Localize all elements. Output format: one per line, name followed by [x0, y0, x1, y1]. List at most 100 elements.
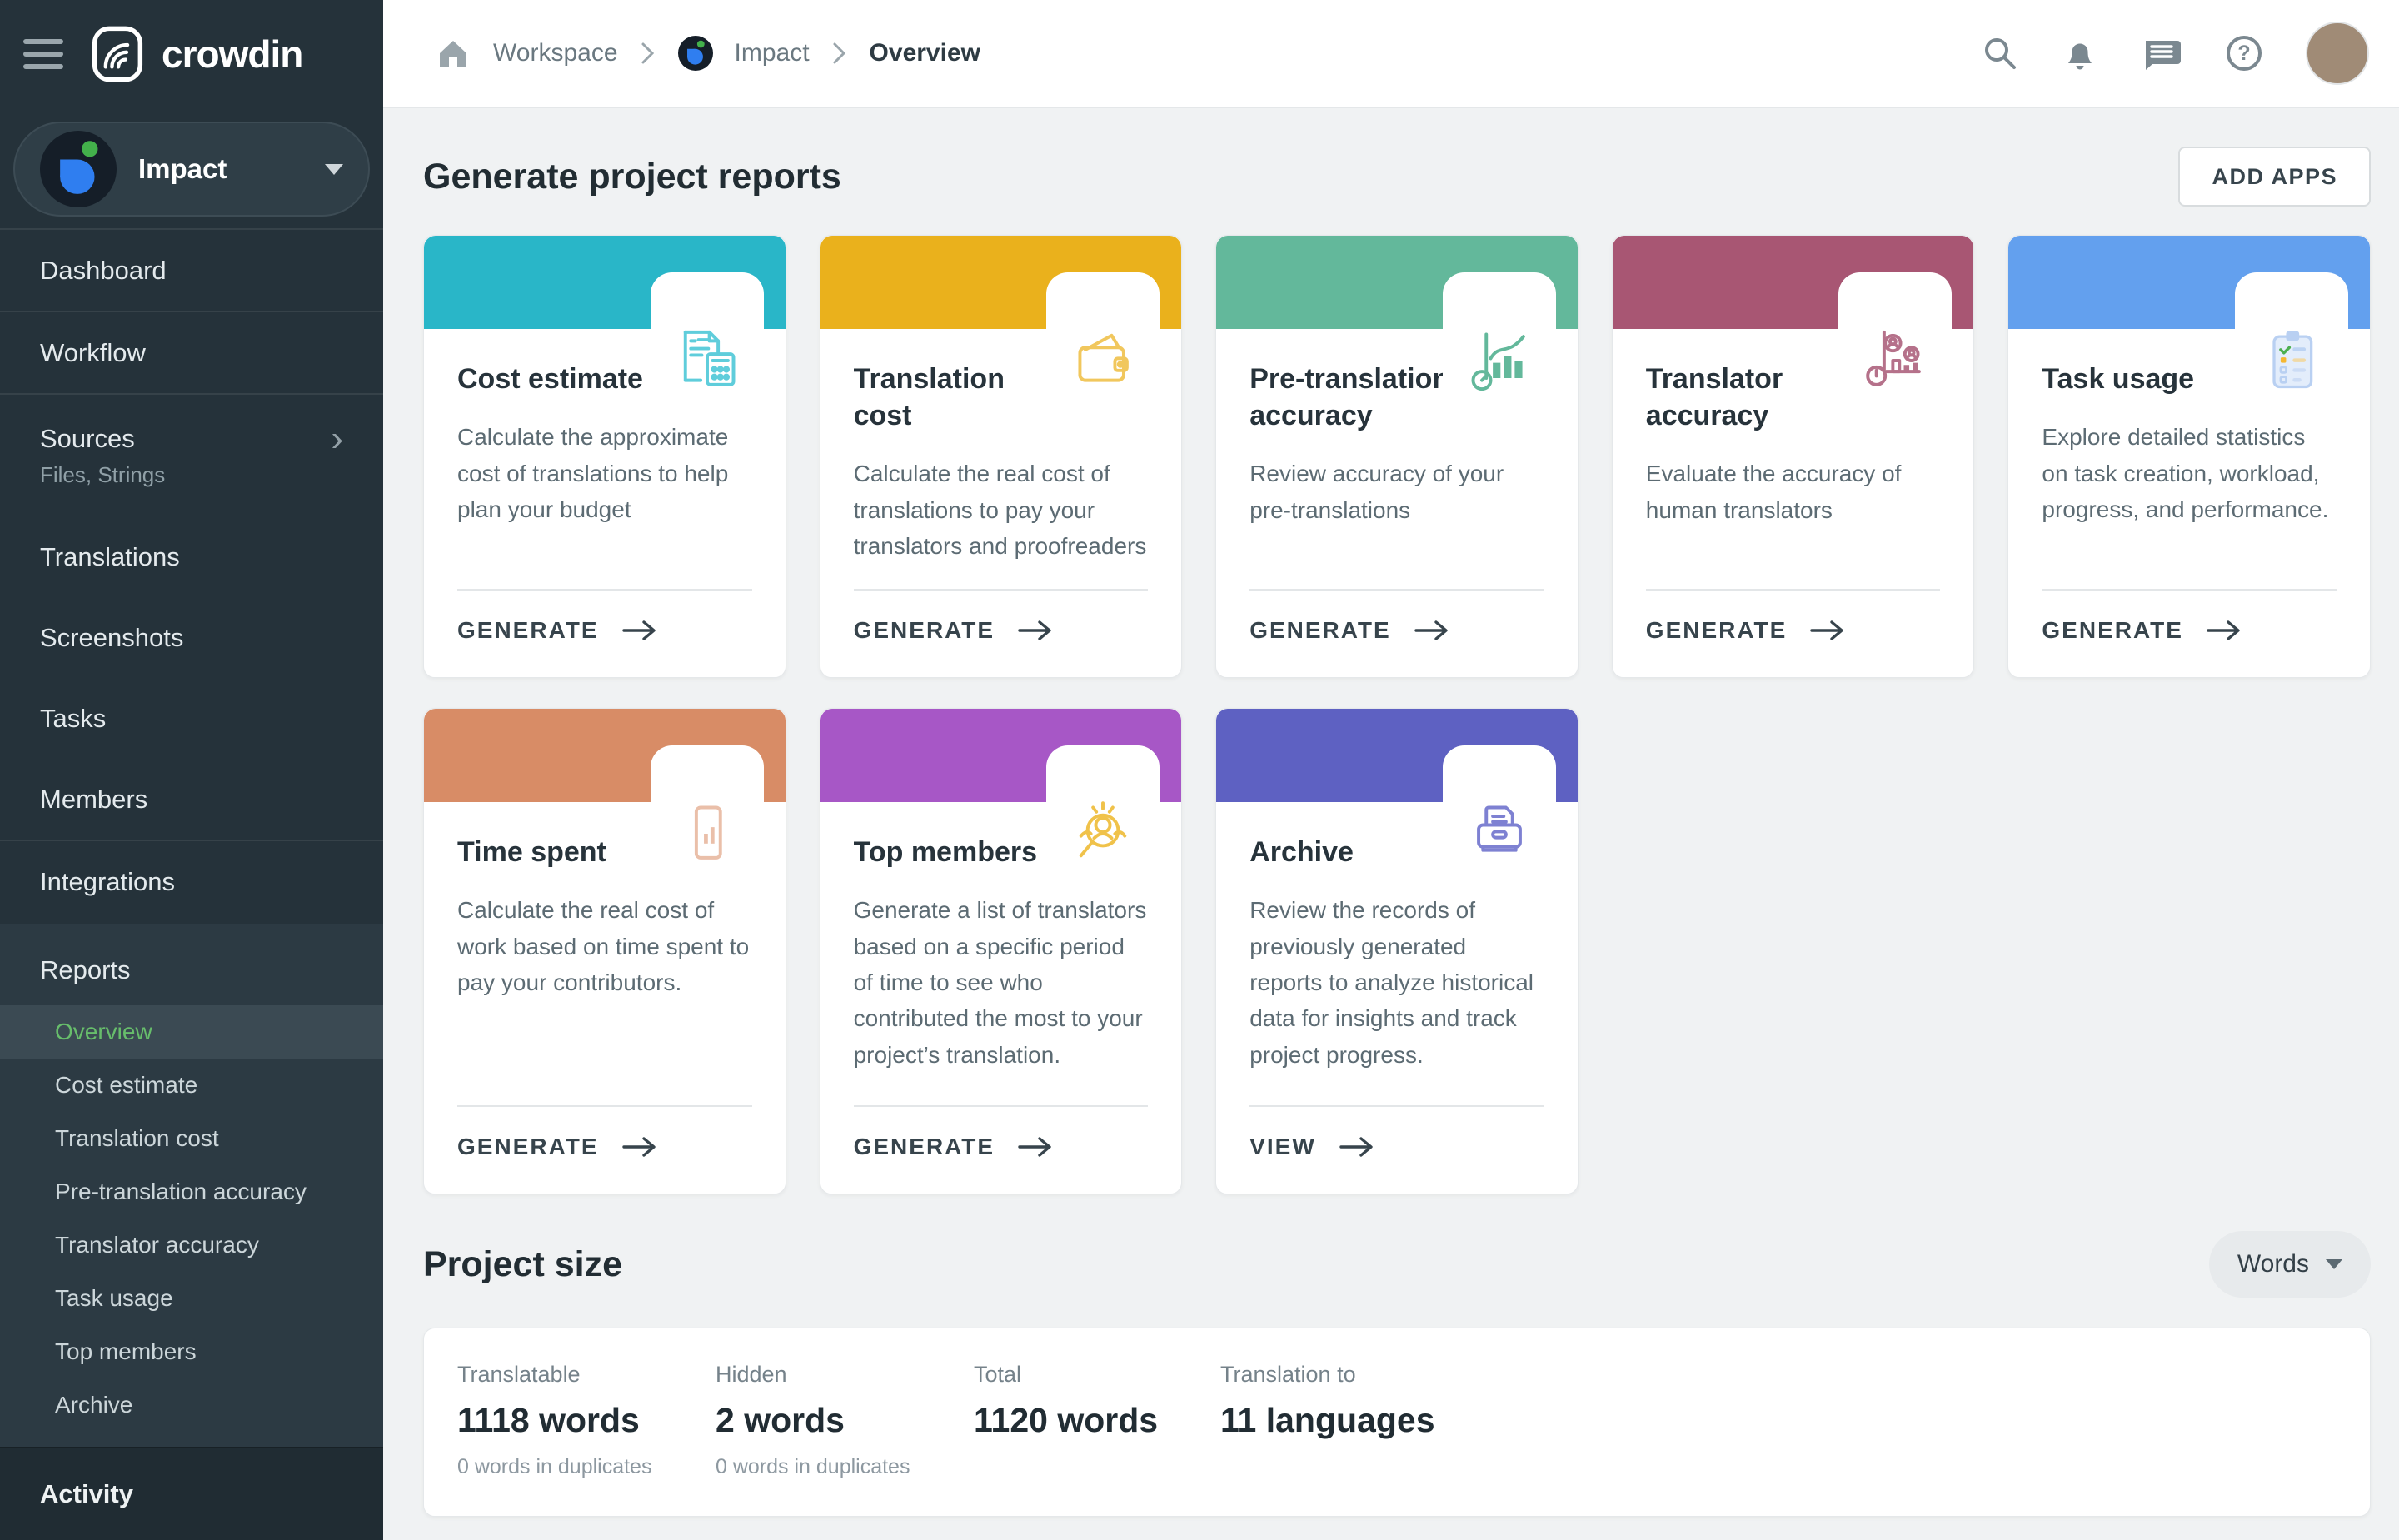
- card-header-band: [2008, 236, 2370, 329]
- user-avatar[interactable]: [2306, 22, 2369, 85]
- breadcrumb-project-icon: [678, 36, 713, 71]
- sidebar-item-workflow[interactable]: Workflow: [0, 312, 383, 393]
- card-title: Archive: [1249, 834, 1459, 870]
- card-header-band: [820, 709, 1182, 802]
- view-link[interactable]: VIEW: [1249, 1134, 1374, 1160]
- card-footer: GENERATE: [457, 1105, 752, 1194]
- generate-link[interactable]: GENERATE: [854, 617, 1054, 644]
- sidebar-item-reports-translation-cost[interactable]: Translation cost: [0, 1112, 383, 1165]
- sidebar-item-reports-translator-accuracy[interactable]: Translator accuracy: [0, 1219, 383, 1272]
- card-description: Calculate the approximate cost of transl…: [457, 419, 752, 527]
- sidebar-item-reports-cost-estimate[interactable]: Cost estimate: [0, 1059, 383, 1112]
- arrow-right-icon: [1339, 1135, 1374, 1159]
- crowdin-logo-icon: [88, 25, 147, 83]
- chevron-down-icon: [325, 164, 343, 175]
- sidebar-item-integrations[interactable]: Integrations: [0, 841, 383, 922]
- sidebar-item-activity[interactable]: Activity: [0, 1447, 383, 1540]
- sidebar-section-reports: Reports Overview Cost estimate Translati…: [0, 924, 383, 1447]
- sidebar-item-dashboard[interactable]: Dashboard: [0, 230, 383, 311]
- generate-link[interactable]: GENERATE: [854, 1134, 1054, 1160]
- card-task-usage: Task usage Explore detailed statistics o…: [2007, 235, 2371, 678]
- card-header-band: [1216, 236, 1578, 329]
- project-size-card: Translatable 1118 words 0 words in dupli…: [423, 1328, 2371, 1517]
- arrow-right-icon: [1018, 1135, 1053, 1159]
- breadcrumb-workspace[interactable]: Workspace: [493, 39, 618, 67]
- card-description: Evaluate the accuracy of human translato…: [1646, 456, 1941, 528]
- card-description: Calculate the real cost of translations …: [854, 456, 1149, 564]
- sidebar-item-screenshots[interactable]: Screenshots: [0, 597, 383, 678]
- sidebar-item-tasks[interactable]: Tasks: [0, 678, 383, 759]
- sidebar-item-members[interactable]: Members: [0, 759, 383, 840]
- card-description: Review accuracy of your pre-translations: [1249, 456, 1544, 528]
- report-cards-row-1: Cost estimate Calculate the approximate …: [423, 235, 2371, 678]
- sidebar-item-translations[interactable]: Translations: [0, 516, 383, 597]
- card-title: Translation cost: [854, 361, 1064, 434]
- card-cost-estimate: Cost estimate Calculate the approximate …: [423, 235, 786, 678]
- member-search-icon: [1046, 745, 1160, 877]
- help-icon[interactable]: ?: [2224, 33, 2264, 73]
- add-apps-button[interactable]: ADD APPS: [2178, 147, 2371, 207]
- card-title: Task usage: [2042, 361, 2252, 397]
- card-archive: Archive Review the records of previously…: [1215, 708, 1579, 1194]
- card-description: Generate a list of translators based on …: [854, 892, 1149, 1073]
- crowdin-logo-text: crowdin: [162, 32, 302, 77]
- breadcrumb-project[interactable]: Impact: [735, 39, 810, 67]
- card-title: Top members: [854, 834, 1064, 870]
- stat-total: Total 1120 words: [974, 1362, 1220, 1479]
- wallet-icon: [1046, 272, 1160, 404]
- stat-translatable: Translatable 1118 words 0 words in dupli…: [457, 1362, 716, 1479]
- sidebar-item-reports-pre-translation-accuracy[interactable]: Pre-translation accuracy: [0, 1165, 383, 1219]
- archive-box-icon: [1443, 745, 1556, 877]
- stat-hidden: Hidden 2 words 0 words in duplicates: [716, 1362, 974, 1479]
- sidebar-item-sources[interactable]: Sources › Files, Strings: [0, 395, 383, 516]
- card-footer: GENERATE: [1646, 589, 1941, 677]
- card-top-members: Top members Generate a list of translato…: [820, 708, 1183, 1194]
- units-dropdown[interactable]: Words: [2209, 1231, 2371, 1298]
- card-footer: GENERATE: [457, 589, 752, 677]
- card-description: Calculate the real cost of work based on…: [457, 892, 752, 1000]
- main-content: Generate project reports ADD APPS Cost e…: [383, 108, 2399, 1521]
- sidebar-item-reports-archive[interactable]: Archive: [0, 1378, 383, 1432]
- project-avatar: [40, 131, 117, 207]
- chevron-down-icon: [2326, 1259, 2342, 1269]
- page-title: Generate project reports: [423, 157, 841, 197]
- breadcrumb: Workspace Impact Overview: [435, 35, 980, 72]
- svg-text:?: ?: [2237, 42, 2250, 65]
- card-time-spent: Time spent Calculate the real cost of wo…: [423, 708, 786, 1194]
- generate-link[interactable]: GENERATE: [1646, 617, 1846, 644]
- generate-link[interactable]: GENERATE: [2042, 617, 2242, 644]
- arrow-right-icon: [1414, 619, 1449, 642]
- generate-link[interactable]: GENERATE: [1249, 617, 1449, 644]
- card-footer: GENERATE: [854, 589, 1149, 677]
- chart-gauge-icon: [1443, 272, 1556, 404]
- breadcrumb-current-page: Overview: [870, 39, 980, 67]
- report-cards-row-2: Time spent Calculate the real cost of wo…: [423, 708, 2371, 1194]
- crowdin-logo[interactable]: crowdin: [88, 25, 302, 83]
- home-icon[interactable]: [435, 35, 471, 72]
- search-icon[interactable]: [1981, 34, 2019, 72]
- generate-link[interactable]: GENERATE: [457, 1134, 657, 1160]
- card-header-band: [424, 709, 786, 802]
- generate-link[interactable]: GENERATE: [457, 617, 657, 644]
- people-chart-icon: [1838, 272, 1952, 404]
- messages-icon[interactable]: [2141, 34, 2182, 72]
- arrow-right-icon: [622, 1135, 657, 1159]
- project-switcher[interactable]: Impact: [13, 122, 370, 217]
- card-title: Translator accuracy: [1646, 361, 1856, 434]
- sidebar-item-reports[interactable]: Reports: [0, 935, 383, 1005]
- card-header-band: [1216, 709, 1578, 802]
- card-footer: VIEW: [1249, 1105, 1544, 1194]
- card-pre-translation-accuracy: Pre-translation accuracy Review accuracy…: [1215, 235, 1579, 678]
- sidebar-item-reports-top-members[interactable]: Top members: [0, 1325, 383, 1378]
- card-title: Cost estimate: [457, 361, 667, 397]
- arrow-right-icon: [622, 619, 657, 642]
- invoice-calculator-icon: [651, 272, 764, 404]
- sidebar-item-sources-sub: Files, Strings: [40, 462, 343, 488]
- hamburger-menu-icon[interactable]: [23, 39, 63, 69]
- notifications-bell-icon[interactable]: [2061, 34, 2099, 72]
- sidebar-item-reports-overview[interactable]: Overview: [0, 1005, 383, 1059]
- project-size-title: Project size: [423, 1244, 622, 1285]
- topbar: Workspace Impact Overview: [383, 0, 2399, 108]
- sidebar-item-reports-task-usage[interactable]: Task usage: [0, 1272, 383, 1325]
- card-footer: GENERATE: [854, 1105, 1149, 1194]
